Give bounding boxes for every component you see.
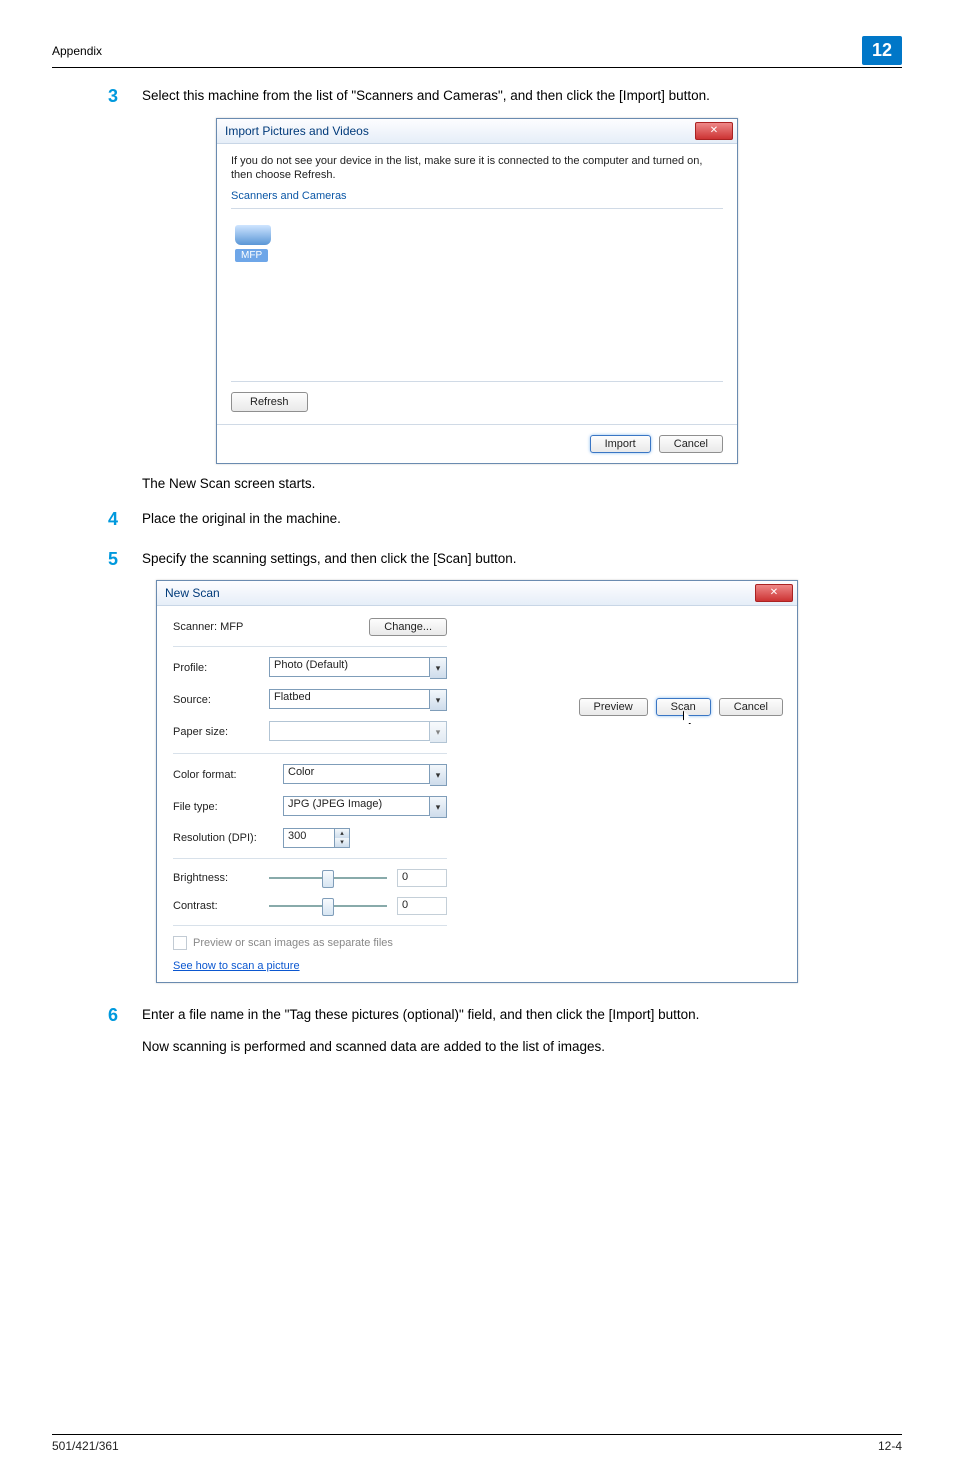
contrast-value[interactable]: 0 xyxy=(397,897,447,915)
chevron-up-icon[interactable]: ▴ xyxy=(335,829,349,838)
source-label: Source: xyxy=(173,694,269,706)
new-scan-dialog: New Scan Scanner: MFP Change... Profile: xyxy=(156,580,798,983)
filetype-select[interactable]: JPG (JPEG Image) ▾ xyxy=(283,796,447,818)
step-number-5: 5 xyxy=(108,549,142,571)
step-text-6: Enter a file name in the "Tag these pict… xyxy=(142,1005,902,1027)
brightness-label: Brightness: xyxy=(173,872,269,884)
section-title: Appendix xyxy=(52,44,102,58)
step-text-4: Place the original in the machine. xyxy=(142,509,902,531)
colorformat-select[interactable]: Color ▾ xyxy=(283,764,447,786)
chevron-down-icon[interactable]: ▾ xyxy=(430,764,447,786)
separate-files-label: Preview or scan images as separate files xyxy=(193,937,393,949)
brightness-slider[interactable] xyxy=(269,869,387,887)
profile-label: Profile: xyxy=(173,662,269,674)
resolution-label: Resolution (DPI): xyxy=(173,832,269,844)
step-text-3: Select this machine from the list of "Sc… xyxy=(142,86,902,108)
close-icon[interactable] xyxy=(755,584,793,602)
contrast-slider[interactable] xyxy=(269,897,387,915)
profile-select[interactable]: Photo (Default) ▾ xyxy=(269,657,447,679)
scan-button[interactable]: Scan xyxy=(656,698,711,716)
refresh-button[interactable]: Refresh xyxy=(231,392,308,412)
scanners-group-label: Scanners and Cameras xyxy=(231,190,723,202)
close-icon[interactable] xyxy=(695,122,733,140)
source-value: Flatbed xyxy=(269,689,430,709)
brightness-value[interactable]: 0 xyxy=(397,869,447,887)
dialog2-title: New Scan xyxy=(165,586,220,600)
colorformat-label: Color format: xyxy=(173,769,269,781)
help-link[interactable]: See how to scan a picture xyxy=(173,960,300,972)
scanner-label: Scanner: MFP xyxy=(173,621,261,633)
colorformat-value: Color xyxy=(283,764,430,784)
device-list[interactable]: MFP xyxy=(231,219,723,381)
preview-button[interactable]: Preview xyxy=(579,698,648,716)
footer-model: 501/421/361 xyxy=(52,1439,119,1453)
step-number-6: 6 xyxy=(108,1005,142,1027)
step-text-5: Specify the scanning settings, and then … xyxy=(142,549,902,571)
step-number-4: 4 xyxy=(108,509,142,531)
chevron-down-icon[interactable]: ▾ xyxy=(430,689,447,711)
import-dialog: Import Pictures and Videos If you do not… xyxy=(216,118,738,465)
resolution-value[interactable]: 300 xyxy=(283,828,335,848)
chapter-badge: 12 xyxy=(862,36,902,65)
filetype-label: File type: xyxy=(173,801,269,813)
step6-note: Now scanning is performed and scanned da… xyxy=(52,1039,902,1054)
footer-page: 12-4 xyxy=(878,1439,902,1453)
cancel-button[interactable]: Cancel xyxy=(659,435,723,453)
papersize-label: Paper size: xyxy=(173,726,269,738)
chevron-down-icon[interactable]: ▾ xyxy=(335,838,349,847)
device-item-mfp[interactable]: MFP xyxy=(235,249,268,262)
chevron-down-icon[interactable]: ▾ xyxy=(430,796,447,818)
contrast-label: Contrast: xyxy=(173,900,269,912)
step3-note: The New Scan screen starts. xyxy=(52,476,902,491)
change-button[interactable]: Change... xyxy=(369,618,447,636)
resolution-stepper[interactable]: 300 ▴▾ xyxy=(283,828,447,848)
papersize-select: ▾ xyxy=(269,721,447,743)
chevron-down-icon[interactable]: ▾ xyxy=(430,657,447,679)
papersize-value xyxy=(269,721,430,741)
scanner-device-icon xyxy=(235,225,271,245)
separate-files-checkbox xyxy=(173,936,187,950)
dialog1-title: Import Pictures and Videos xyxy=(225,124,369,138)
cancel-button[interactable]: Cancel xyxy=(719,698,783,716)
filetype-value: JPG (JPEG Image) xyxy=(283,796,430,816)
import-button[interactable]: Import xyxy=(590,435,651,453)
profile-value: Photo (Default) xyxy=(269,657,430,677)
source-select[interactable]: Flatbed ▾ xyxy=(269,689,447,711)
step-number-3: 3 xyxy=(108,86,142,108)
chevron-down-icon: ▾ xyxy=(430,721,447,743)
dialog1-description: If you do not see your device in the lis… xyxy=(231,154,723,183)
